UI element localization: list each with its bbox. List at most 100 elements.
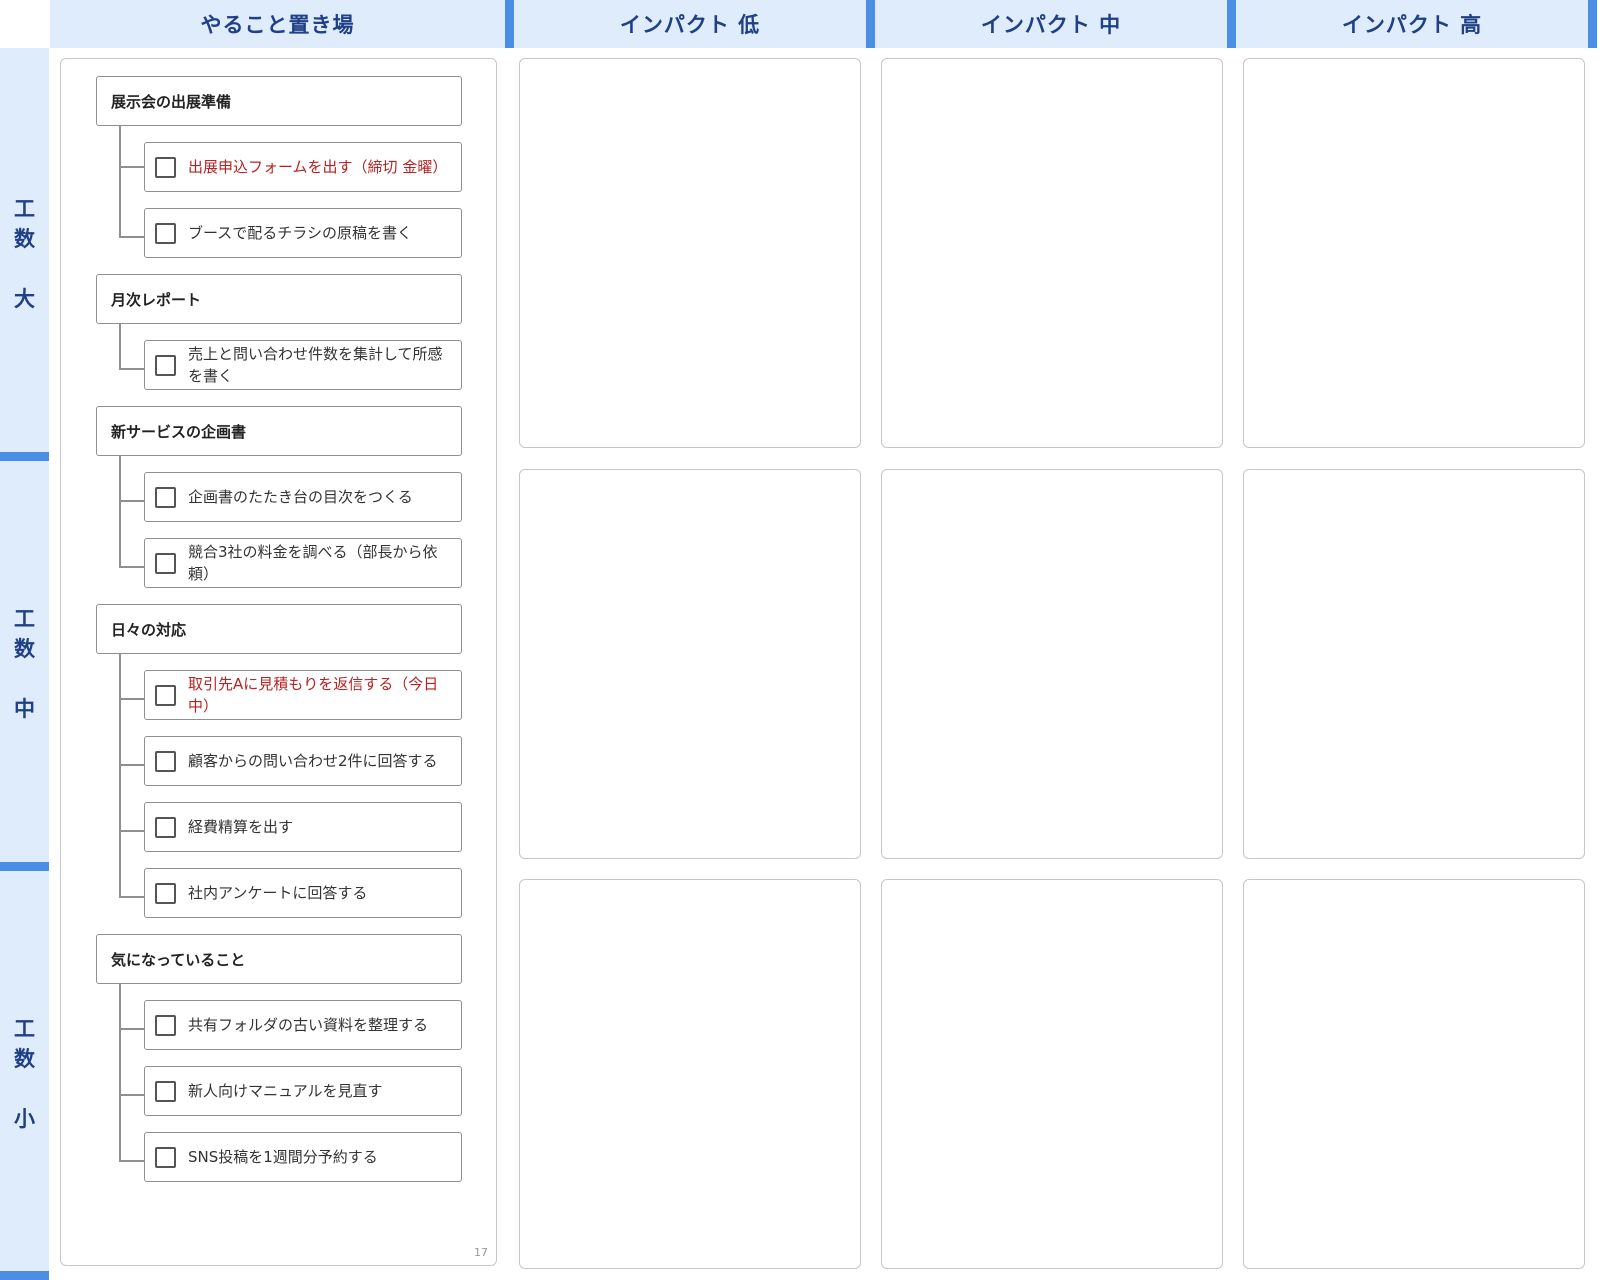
- group-card[interactable]: 展示会の出展準備: [96, 76, 462, 126]
- row-label-char: 小: [14, 1107, 35, 1131]
- task-checkbox[interactable]: [155, 354, 176, 376]
- group-title: 気になっていること: [111, 950, 246, 969]
- row-divider: [0, 1271, 49, 1280]
- column-header-impact-high: インパクト 高: [1236, 0, 1588, 48]
- tree-connector: [119, 698, 144, 700]
- task-checkbox[interactable]: [155, 486, 176, 508]
- column-header-impact-low: インパクト 低: [514, 0, 866, 48]
- row-label-char: 大: [14, 287, 35, 311]
- task-checkbox[interactable]: [155, 1014, 176, 1036]
- task-label: 経費精算を出す: [188, 818, 294, 836]
- task-label: 社内アンケートに回答する: [188, 884, 368, 902]
- column-header-impact-high-label: インパクト 高: [1341, 13, 1483, 37]
- column-header-impact-low-label: インパクト 低: [619, 13, 761, 37]
- group-card[interactable]: 日々の対応: [96, 604, 462, 654]
- group-title: 日々の対応: [111, 620, 187, 639]
- tree-connector: [119, 984, 121, 1161]
- tree-connector: [119, 1094, 144, 1096]
- row-label-effort-large: 工 数 大: [0, 48, 49, 452]
- task-checkbox[interactable]: [155, 816, 176, 838]
- task-checkbox[interactable]: [155, 750, 176, 772]
- task-card[interactable]: 顧客からの問い合わせ2件に回答する: [144, 736, 462, 786]
- tree-connector: [119, 764, 144, 766]
- column-divider: [1588, 0, 1597, 48]
- task-card[interactable]: SNS投稿を1週間分予約する: [144, 1132, 462, 1182]
- row-label-effort-small: 工 数 小: [0, 871, 49, 1271]
- task-card[interactable]: 企画書のたたき台の目次をつくる: [144, 472, 462, 522]
- task-card[interactable]: ブースで配るチラシの原稿を書く: [144, 208, 462, 258]
- row-label-char: 中: [14, 697, 35, 721]
- column-header-todo: やること置き場: [50, 0, 505, 48]
- matrix-cell-mid-low[interactable]: [519, 469, 861, 859]
- tree-connector: [119, 368, 144, 370]
- row-divider: [0, 452, 49, 461]
- column-divider: [866, 0, 875, 48]
- task-label: 競合3社の料金を調べる（部長から依頼）: [188, 543, 438, 583]
- task-label: 新人向けマニュアルを見直す: [188, 1082, 383, 1100]
- row-label-char: 数: [14, 227, 35, 251]
- task-card[interactable]: 競合3社の料金を調べる（部長から依頼）: [144, 538, 462, 588]
- tree-connector: [119, 1160, 144, 1162]
- tree-connector: [119, 830, 144, 832]
- task-checkbox[interactable]: [155, 684, 176, 706]
- task-checkbox[interactable]: [155, 1080, 176, 1102]
- task-card[interactable]: 共有フォルダの古い資料を整理する: [144, 1000, 462, 1050]
- task-label: 売上と問い合わせ件数を集計して所感を書く: [188, 345, 443, 385]
- column-header-impact-mid: インパクト 中: [875, 0, 1227, 48]
- column-divider: [505, 0, 514, 48]
- group-card[interactable]: 新サービスの企画書: [96, 406, 462, 456]
- row-label-char: 工: [14, 1017, 35, 1041]
- row-label-char: 数: [14, 637, 35, 661]
- task-checkbox[interactable]: [155, 156, 176, 178]
- task-label: 共有フォルダの古い資料を整理する: [188, 1016, 429, 1034]
- tree-connector: [119, 456, 121, 567]
- task-card[interactable]: 経費精算を出す: [144, 802, 462, 852]
- matrix-cell-small-low[interactable]: [519, 879, 861, 1269]
- task-checkbox[interactable]: [155, 552, 176, 574]
- task-label: 顧客からの問い合わせ2件に回答する: [188, 752, 438, 770]
- matrix-cell-large-low[interactable]: [519, 58, 861, 448]
- column-header-todo-label: やること置き場: [200, 13, 355, 37]
- row-label-effort-mid: 工 数 中: [0, 461, 49, 862]
- task-label: 取引先Aに見積もりを返信する（今日中）: [188, 675, 439, 715]
- tree-connector: [119, 324, 121, 369]
- tree-connector: [119, 166, 144, 168]
- group-title: 新サービスの企画書: [111, 422, 247, 441]
- tree-connector: [119, 126, 121, 237]
- group-title: 月次レポート: [111, 290, 202, 309]
- row-label-char: 工: [14, 607, 35, 631]
- task-card[interactable]: 社内アンケートに回答する: [144, 868, 462, 918]
- row-divider: [0, 862, 49, 871]
- group-card[interactable]: 月次レポート: [96, 274, 462, 324]
- tree-connector: [119, 236, 144, 238]
- matrix-cell-mid-mid[interactable]: [881, 469, 1223, 859]
- task-label: ブースで配るチラシの原稿を書く: [188, 224, 412, 242]
- column-divider: [1227, 0, 1236, 48]
- task-checkbox[interactable]: [155, 882, 176, 904]
- matrix-cell-small-high[interactable]: [1243, 879, 1585, 1269]
- tree-connector: [119, 566, 144, 568]
- task-checkbox[interactable]: [155, 222, 176, 244]
- group-card[interactable]: 気になっていること: [96, 934, 462, 984]
- tree-connector: [119, 1028, 144, 1030]
- task-card[interactable]: 取引先Aに見積もりを返信する（今日中）: [144, 670, 462, 720]
- task-label: SNS投稿を1週間分予約する: [188, 1148, 378, 1166]
- task-card[interactable]: 出展申込フォームを出す（締切 金曜）: [144, 142, 462, 192]
- matrix-cell-small-mid[interactable]: [881, 879, 1223, 1269]
- page-number: 17: [474, 1246, 488, 1259]
- task-card[interactable]: 新人向けマニュアルを見直す: [144, 1066, 462, 1116]
- matrix-cell-large-high[interactable]: [1243, 58, 1585, 448]
- task-label: 企画書のたたき台の目次をつくる: [188, 488, 413, 506]
- matrix-cell-large-mid[interactable]: [881, 58, 1223, 448]
- tree-connector: [119, 654, 121, 897]
- group-title: 展示会の出展準備: [111, 92, 232, 111]
- column-header-impact-mid-label: インパクト 中: [980, 13, 1122, 37]
- row-label-char: 数: [14, 1047, 35, 1071]
- matrix-cell-mid-high[interactable]: [1243, 469, 1585, 859]
- tree-connector: [119, 896, 144, 898]
- task-checkbox[interactable]: [155, 1146, 176, 1168]
- tree-connector: [119, 500, 144, 502]
- task-card[interactable]: 売上と問い合わせ件数を集計して所感を書く: [144, 340, 462, 390]
- row-label-char: 工: [14, 197, 35, 221]
- task-label: 出展申込フォームを出す（締切 金曜）: [188, 158, 448, 176]
